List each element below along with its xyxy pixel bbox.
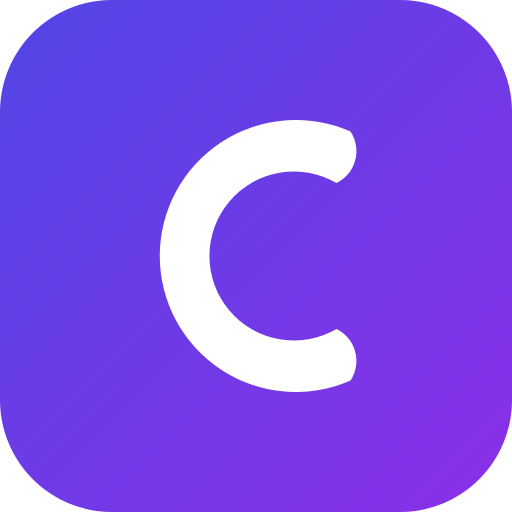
icon-background	[0, 0, 512, 512]
app-icon[interactable]	[0, 0, 512, 512]
app-icon-svg	[0, 0, 512, 512]
